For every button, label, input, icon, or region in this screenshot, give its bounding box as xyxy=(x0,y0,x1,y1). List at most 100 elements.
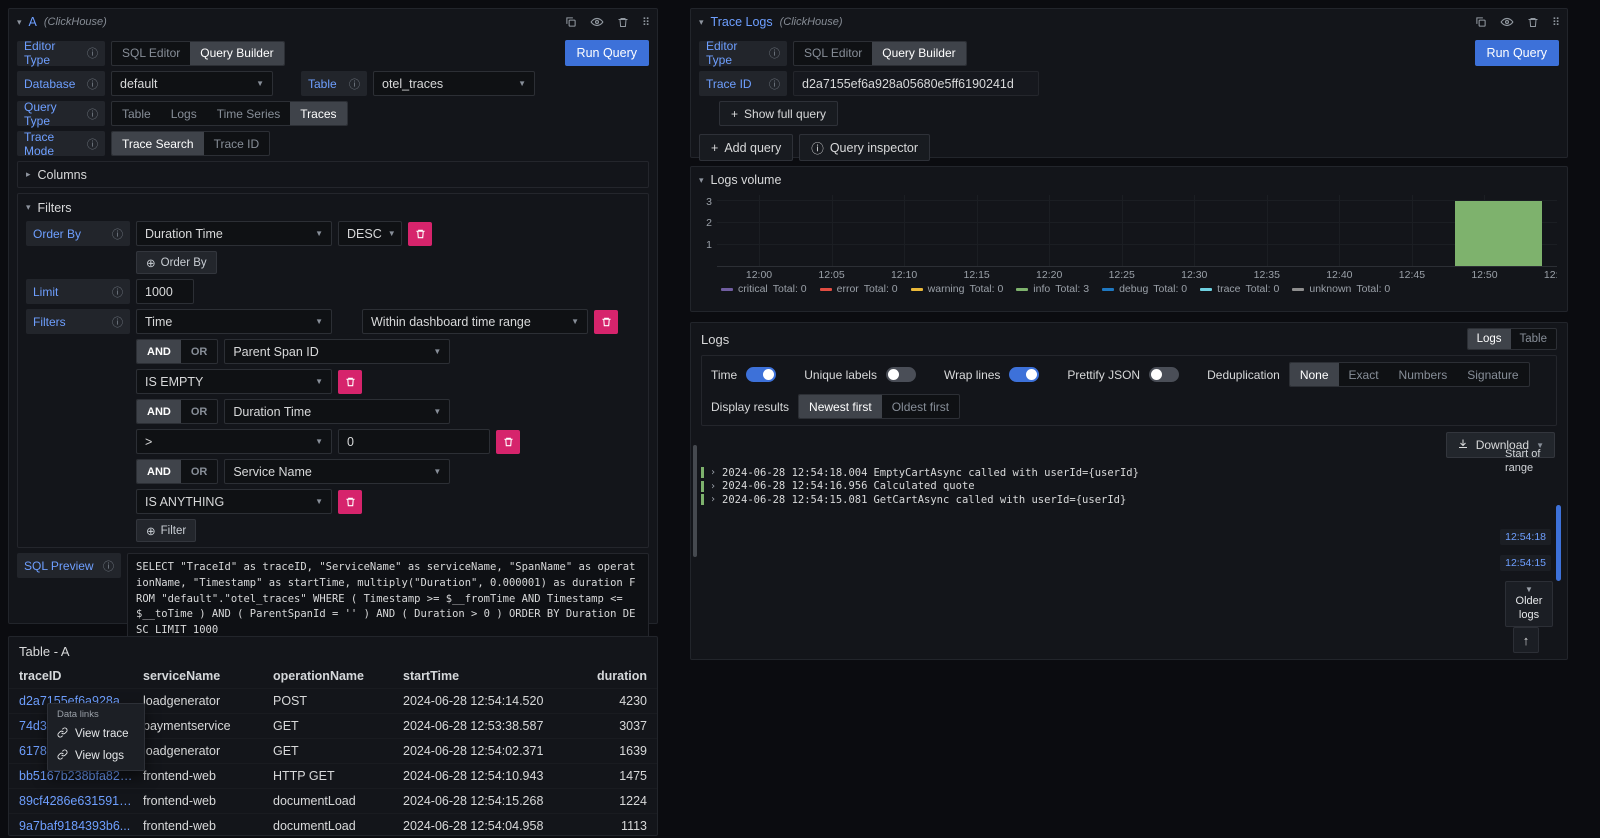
query-type-time-series[interactable]: Time Series xyxy=(207,102,291,125)
older-logs-button[interactable]: ▼ Older logs xyxy=(1505,581,1553,627)
remove-condition-button[interactable] xyxy=(338,370,362,394)
add-query-button[interactable]: +Add query xyxy=(699,134,793,161)
condition-field-select[interactable]: Duration Time▼ xyxy=(224,399,450,424)
dedup-exact[interactable]: Exact xyxy=(1339,363,1389,386)
log-row[interactable]: ›2024-06-28 12:54:15.081GetCartAsync cal… xyxy=(701,493,1507,507)
trace-id-input[interactable] xyxy=(793,71,1039,96)
join-or[interactable]: OR xyxy=(181,460,218,483)
duplicate-query-icon[interactable] xyxy=(1475,16,1487,28)
remove-filter-button[interactable] xyxy=(594,310,618,334)
join-or[interactable]: OR xyxy=(181,340,218,363)
trace-mode-trace-id[interactable]: Trace ID xyxy=(204,132,270,155)
condition-operator-select[interactable]: >▼ xyxy=(136,429,332,454)
editor-type-sql-editor[interactable]: SQL Editor xyxy=(794,42,872,65)
editor-type-query-builder[interactable]: Query Builder xyxy=(190,42,283,65)
query-ref-id[interactable]: Trace Logs xyxy=(711,15,773,29)
join-and[interactable]: AND xyxy=(137,340,181,363)
query-type-table[interactable]: Table xyxy=(112,102,161,125)
column-header-traceid[interactable]: traceID xyxy=(19,669,143,683)
legend-item[interactable]: debugTotal: 0 xyxy=(1102,283,1187,295)
drag-handle-icon[interactable]: ⠿ xyxy=(642,16,649,29)
query-type-traces[interactable]: Traces xyxy=(290,102,346,125)
editor-type-sql-editor[interactable]: SQL Editor xyxy=(112,42,190,65)
column-header-starttime[interactable]: startTime xyxy=(403,669,575,683)
column-header-servicename[interactable]: serviceName xyxy=(143,669,273,683)
add-order-by-button[interactable]: ⊕Order By xyxy=(136,251,217,274)
unique-labels-toggle[interactable] xyxy=(886,367,916,382)
column-header-duration[interactable]: duration xyxy=(575,669,647,683)
remove-condition-button[interactable] xyxy=(338,490,362,514)
run-query-button[interactable]: Run Query xyxy=(565,40,649,66)
filter-field-select[interactable]: Time▼ xyxy=(136,309,332,334)
expand-log-icon[interactable]: › xyxy=(710,467,716,478)
legend-item[interactable]: infoTotal: 3 xyxy=(1016,283,1089,295)
columns-section-header[interactable]: ▸Columns xyxy=(26,166,640,183)
run-query-button[interactable]: Run Query xyxy=(1475,40,1559,66)
log-left-scrollbar[interactable] xyxy=(693,445,697,557)
condition-operator-select[interactable]: IS EMPTY▼ xyxy=(136,369,332,394)
order-by-field-select[interactable]: Duration Time▼ xyxy=(136,221,332,246)
condition-field-select[interactable]: Parent Span ID▼ xyxy=(224,339,450,364)
view-trace-menu-item[interactable]: View trace xyxy=(48,723,144,745)
trace-id-link[interactable]: bb5167b238bfa82d1... xyxy=(19,769,143,783)
legend-item[interactable]: warningTotal: 0 xyxy=(911,283,1004,295)
trace-id-link[interactable]: 9a7baf9184393b6... xyxy=(19,819,143,833)
table-select[interactable]: otel_traces▼ xyxy=(373,71,535,96)
duplicate-query-icon[interactable] xyxy=(565,16,577,28)
logs-scrollbar[interactable] xyxy=(1556,505,1561,581)
join-or[interactable]: OR xyxy=(181,400,218,423)
view-logs-option[interactable]: Logs xyxy=(1468,329,1511,349)
filter-time-range-select[interactable]: Within dashboard time range▼ xyxy=(362,309,588,334)
collapse-chevron-icon[interactable]: ▾ xyxy=(17,18,22,27)
condition-operator-select[interactable]: IS ANYTHING▼ xyxy=(136,489,332,514)
query-ref-id[interactable]: A xyxy=(29,15,37,29)
join-and[interactable]: AND xyxy=(137,400,181,423)
order-by-direction-select[interactable]: DESC▼ xyxy=(338,221,402,246)
dedup-numbers[interactable]: Numbers xyxy=(1389,363,1458,386)
oldest-first-option[interactable]: Oldest first xyxy=(882,395,959,418)
dedup-signature[interactable]: Signature xyxy=(1457,363,1528,386)
view-logs-menu-item[interactable]: View logs xyxy=(48,745,144,767)
dedup-none[interactable]: None xyxy=(1290,363,1339,386)
condition-field-select[interactable]: Service Name▼ xyxy=(224,459,450,484)
logs-volume-header[interactable]: ▾ Logs volume xyxy=(691,167,1567,193)
editor-type-query-builder[interactable]: Query Builder xyxy=(872,42,965,65)
legend-item[interactable]: errorTotal: 0 xyxy=(820,283,898,295)
hide-query-eye-icon[interactable] xyxy=(590,15,604,29)
rail-timestamp[interactable]: 12:54:18 xyxy=(1500,529,1551,545)
expand-log-icon[interactable]: › xyxy=(710,481,716,492)
newest-first-option[interactable]: Newest first xyxy=(799,395,882,418)
log-row[interactable]: ›2024-06-28 12:54:18.004EmptyCartAsync c… xyxy=(701,466,1507,480)
condition-value-input[interactable] xyxy=(338,429,490,454)
add-filter-button[interactable]: ⊕Filter xyxy=(136,519,196,542)
legend-item[interactable]: unknownTotal: 0 xyxy=(1292,283,1390,295)
remove-query-trash-icon[interactable] xyxy=(617,16,629,29)
remove-query-trash-icon[interactable] xyxy=(1527,16,1539,29)
join-and[interactable]: AND xyxy=(137,460,181,483)
trace-id-link[interactable]: 89cf4286e631591b4... xyxy=(19,794,143,808)
wrap-lines-toggle[interactable] xyxy=(1009,367,1039,382)
hide-query-eye-icon[interactable] xyxy=(1500,15,1514,29)
legend-item[interactable]: criticalTotal: 0 xyxy=(721,283,807,295)
column-header-operationname[interactable]: operationName xyxy=(273,669,403,683)
legend-item[interactable]: traceTotal: 0 xyxy=(1200,283,1279,295)
expand-log-icon[interactable]: › xyxy=(710,494,716,505)
time-toggle[interactable] xyxy=(746,367,776,382)
prettify-json-toggle[interactable] xyxy=(1149,367,1179,382)
log-row[interactable]: ›2024-06-28 12:54:16.956Calculated quote xyxy=(701,480,1507,494)
database-select[interactable]: default▼ xyxy=(111,71,273,96)
drag-handle-icon[interactable]: ⠿ xyxy=(1552,16,1559,29)
remove-condition-button[interactable] xyxy=(496,430,520,454)
remove-order-by-button[interactable] xyxy=(408,222,432,246)
limit-input[interactable] xyxy=(136,279,194,304)
rail-timestamp[interactable]: 12:54:15 xyxy=(1500,555,1551,571)
collapse-chevron-icon[interactable]: ▾ xyxy=(699,18,704,27)
scroll-to-top-button[interactable]: ↑ xyxy=(1513,627,1539,653)
chevron-down-icon: ▼ xyxy=(1508,585,1550,595)
query-type-logs[interactable]: Logs xyxy=(161,102,207,125)
trace-mode-trace-search[interactable]: Trace Search xyxy=(112,132,204,155)
show-full-query-button[interactable]: +Show full query xyxy=(719,101,838,126)
filters-section-header[interactable]: ▾Filters xyxy=(26,199,640,216)
view-table-option[interactable]: Table xyxy=(1511,329,1557,349)
query-inspector-button[interactable]: ⓘQuery inspector xyxy=(799,134,930,161)
